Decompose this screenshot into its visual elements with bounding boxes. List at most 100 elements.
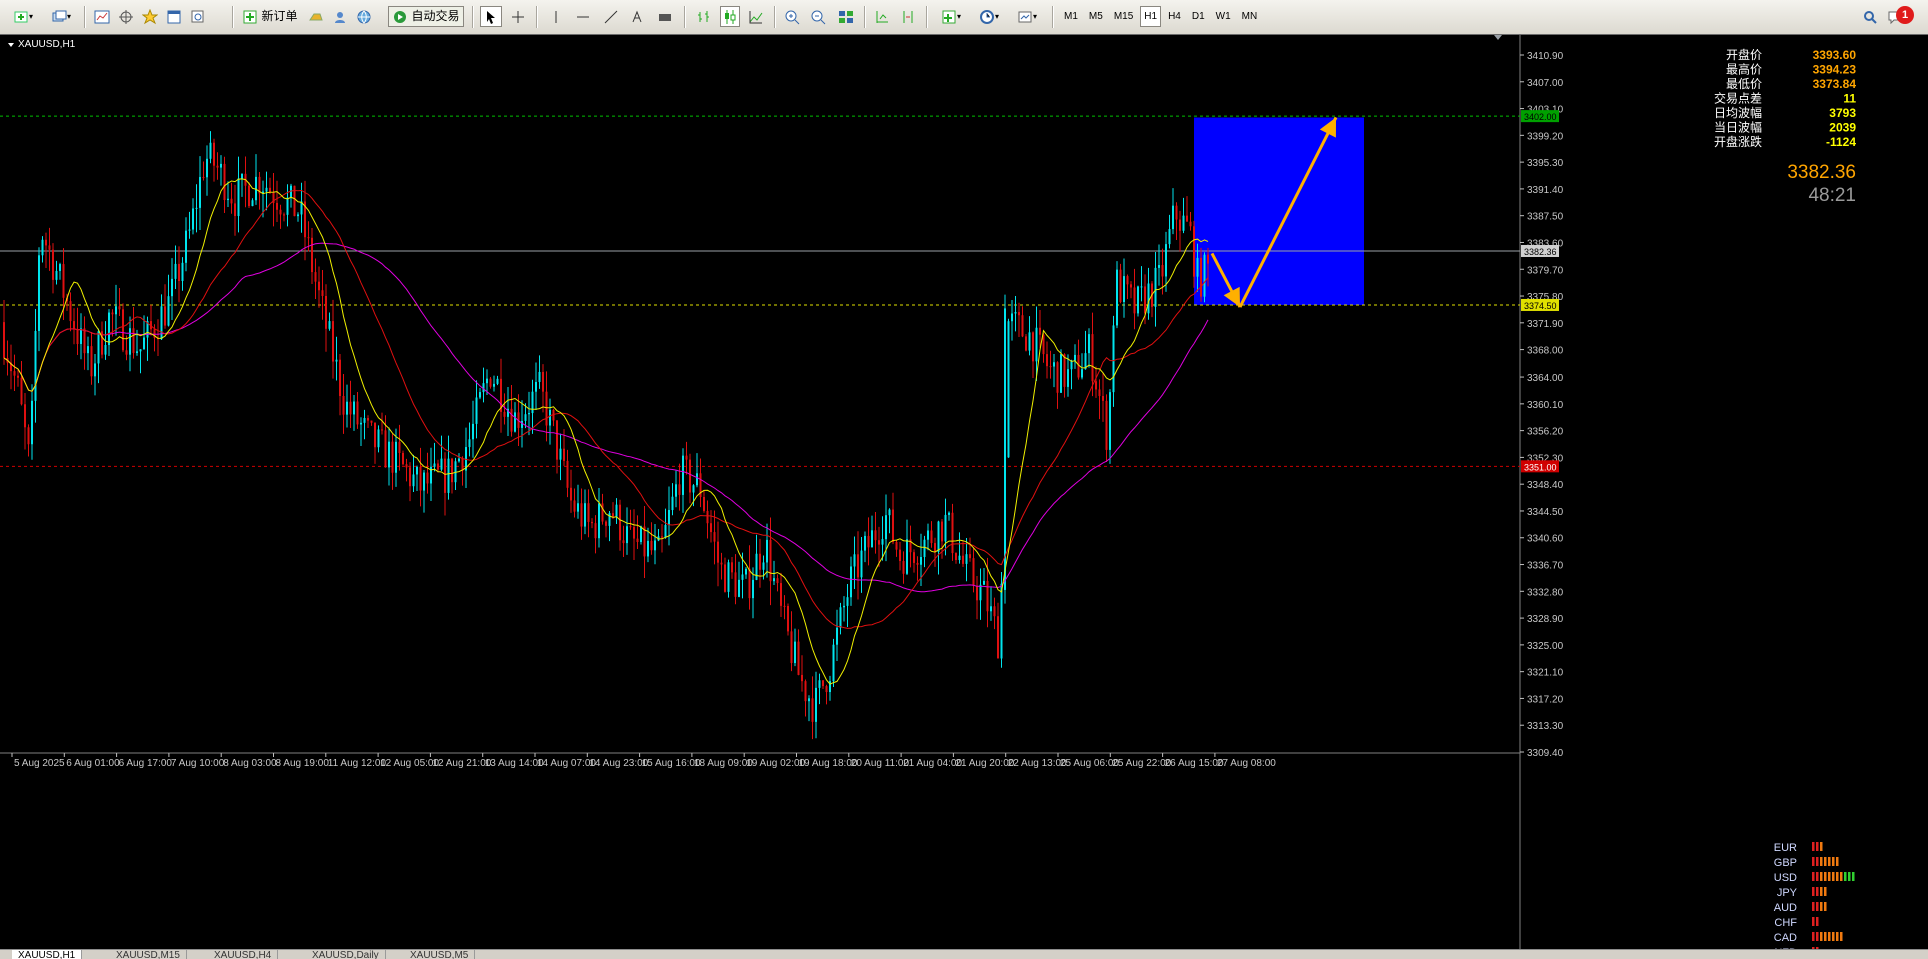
bear-candle: [381, 429, 383, 431]
candlestick-button[interactable]: [720, 6, 740, 27]
timeframe-h1-button[interactable]: H1: [1140, 6, 1162, 27]
bear-candle: [955, 553, 957, 560]
timeframe-m5-button[interactable]: M5: [1085, 6, 1107, 27]
autoscroll-button[interactable]: [898, 6, 918, 27]
bull-candle: [328, 321, 331, 329]
bar-chart-button[interactable]: [694, 6, 714, 27]
timeframe-w1-button[interactable]: W1: [1212, 6, 1235, 27]
bull-candle: [762, 562, 765, 570]
price-chart[interactable]: 3410.903407.003403.103399.203395.303391.…: [0, 35, 1928, 950]
bull-candle: [412, 474, 415, 487]
bull-candle: [773, 578, 775, 582]
timeframe-d1-button[interactable]: D1: [1188, 6, 1209, 27]
strength-bar: [1824, 857, 1827, 866]
search-button[interactable]: [1860, 6, 1880, 27]
bear-candle: [787, 606, 789, 632]
templates-button[interactable]: ▾: [1010, 6, 1044, 27]
strength-bar: [1824, 932, 1827, 941]
bull-candle: [335, 359, 338, 362]
price-axis-label: 3313.30: [1527, 721, 1564, 732]
bear-candle: [895, 542, 898, 550]
crosshair-tool[interactable]: [508, 6, 528, 27]
line-chart-icon: [749, 10, 763, 23]
bear-candle: [748, 568, 751, 599]
signals-button[interactable]: [330, 6, 350, 27]
bull-candle: [486, 378, 488, 384]
chart-window[interactable]: 3410.90 3407.00 3403.10 3399.20 3395.30 3391.…: [0, 34, 1928, 950]
label-tool[interactable]: [656, 6, 674, 27]
bull-candle: [559, 448, 562, 460]
new-chart-button[interactable]: ▾: [6, 6, 40, 27]
target-zone-rectangle[interactable]: [1194, 117, 1364, 305]
collapse-triangle-icon[interactable]: [8, 43, 14, 47]
timeframe-m1-button[interactable]: M1: [1060, 6, 1082, 27]
zoom-in-button[interactable]: [782, 6, 802, 27]
bull-candle: [227, 198, 229, 201]
info-panel-label: 当日波幅: [1714, 120, 1762, 135]
tile-windows-button[interactable]: [836, 6, 856, 27]
bear-candle: [1091, 334, 1094, 382]
timeframe-m15-button[interactable]: M15: [1110, 6, 1137, 27]
gold-button[interactable]: [306, 6, 326, 27]
autotrading-button[interactable]: 自动交易: [388, 6, 464, 27]
bear-candle: [1049, 366, 1052, 368]
bull-candle: [808, 698, 810, 702]
autotrading-label: 自动交易: [411, 9, 460, 23]
bull-candle: [1053, 362, 1055, 367]
navigator-button[interactable]: [140, 6, 160, 27]
bear-candle: [283, 214, 285, 216]
text-tool[interactable]: [628, 6, 646, 27]
bull-candle: [458, 458, 460, 462]
indicators-button[interactable]: ▾: [934, 6, 968, 27]
bear-candle: [164, 306, 166, 326]
bull-candle: [1123, 276, 1125, 303]
bull-candle: [241, 173, 243, 179]
bear-candle: [1046, 354, 1048, 367]
currency-strength-label: CAD: [1774, 932, 1797, 944]
bear-candle: [542, 371, 544, 392]
chart-shift-icon: [876, 10, 888, 23]
bull-candle: [195, 207, 198, 209]
new-order-button[interactable]: 新订单: [240, 6, 300, 27]
chart-shift-button[interactable]: [872, 6, 892, 27]
info-panel-label: 最低价: [1726, 77, 1762, 91]
periods-button[interactable]: ▾: [972, 6, 1006, 27]
bear-candle: [307, 237, 310, 239]
strategy-tester-button[interactable]: [188, 6, 208, 27]
horizontal-line-tool[interactable]: [574, 6, 592, 27]
bull-candle: [528, 413, 530, 415]
trendline-tool[interactable]: [602, 6, 620, 27]
bull-candle: [647, 540, 649, 557]
data-window-button[interactable]: [116, 6, 136, 27]
terminal-button[interactable]: [164, 6, 184, 27]
bull-candle: [990, 606, 992, 612]
alert-badge[interactable]: 1: [1896, 6, 1914, 24]
market-watch-button[interactable]: [92, 6, 112, 27]
timeframe-mn-button[interactable]: MN: [1238, 6, 1262, 27]
price-axis-label: 3364.00: [1527, 373, 1564, 384]
bear-candle: [913, 552, 915, 563]
price-level-tag-text: 3382.36: [1524, 247, 1557, 257]
timeframe-h4-button[interactable]: H4: [1164, 6, 1185, 27]
bear-candle: [661, 536, 663, 538]
bear-candle: [374, 422, 376, 448]
bear-candle: [892, 509, 894, 543]
bear-candle: [1200, 257, 1202, 297]
time-axis-label: 26 Aug 15:00: [1165, 758, 1224, 769]
currency-strength-label: JPY: [1777, 887, 1798, 899]
bull-candle: [937, 521, 940, 552]
bear-candle: [1102, 396, 1104, 401]
time-axis-label: 8 Aug 03:00: [223, 758, 277, 769]
info-panel-value: 3394.23: [1813, 63, 1857, 77]
zoom-out-button[interactable]: [808, 6, 828, 27]
user-icon: [335, 11, 345, 23]
time-axis-label: 5 Aug 2025: [14, 758, 65, 769]
line-chart-button[interactable]: [746, 6, 766, 27]
vertical-line-tool[interactable]: [548, 6, 564, 27]
cursor-tool[interactable]: [480, 6, 502, 27]
market-button[interactable]: [354, 6, 374, 27]
profiles-button[interactable]: ▾: [44, 6, 78, 27]
bear-candle: [1189, 221, 1192, 227]
bull-candle: [549, 409, 551, 426]
bear-candle: [1063, 354, 1066, 387]
